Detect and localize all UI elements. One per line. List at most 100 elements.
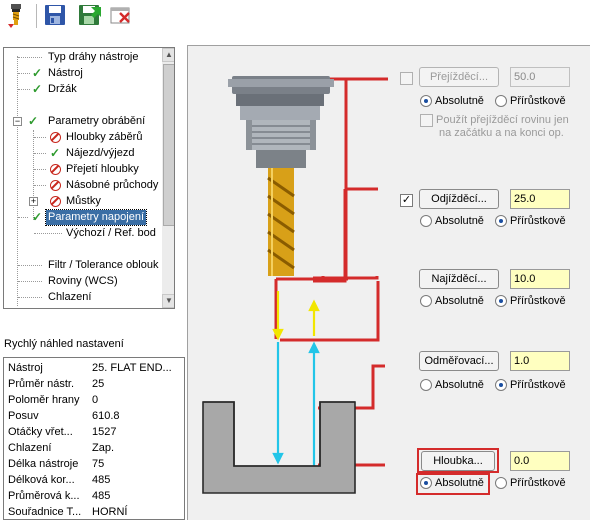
tree-item-planes[interactable]: Roviny (WCS) bbox=[4, 274, 164, 289]
tree-item-tool-type[interactable]: Typ dráhy nástroje bbox=[4, 50, 164, 65]
tree-item-lead-in-out[interactable]: ✓ Nájezd/výjezd bbox=[4, 146, 164, 161]
preview-key: Délková kor... bbox=[8, 474, 75, 486]
cutting-tool bbox=[267, 168, 295, 276]
preview-key: Chlazení bbox=[8, 442, 52, 454]
toolbar bbox=[0, 0, 590, 34]
tree-item-break-through[interactable]: Přejetí hloubky bbox=[4, 162, 164, 177]
tree-item-label: Filtr / Tolerance oblouk bbox=[48, 259, 159, 271]
tree-item-arc-filter[interactable]: Filtr / Tolerance oblouk bbox=[4, 258, 164, 273]
parameter-tree[interactable]: Typ dráhy nástroje ✓ Nástroj ✓ Držák − ✓… bbox=[3, 47, 175, 309]
clearance-only-start-end-checkbox[interactable] bbox=[420, 114, 433, 127]
top-of-stock-button-label: Odměřovací... bbox=[424, 355, 494, 367]
delete-icon[interactable] bbox=[109, 3, 133, 27]
tree-scrollbar[interactable]: ▲ ▼ bbox=[162, 48, 174, 308]
depth-absolute-radio[interactable] bbox=[420, 477, 432, 489]
tree-item-coolant[interactable]: Chlazení bbox=[4, 290, 164, 305]
depth-button[interactable]: Hloubka... bbox=[421, 451, 495, 471]
preview-key: Souřadnice T... bbox=[8, 506, 82, 518]
retract-absolute-radio[interactable] bbox=[420, 215, 432, 227]
preview-key: Délka nástroje bbox=[8, 458, 79, 470]
toolbar-separator bbox=[36, 4, 37, 28]
tree-item-linking-parameters[interactable]: ✓ Parametry napojení bbox=[4, 209, 164, 226]
preview-key: Průměrová k... bbox=[8, 490, 80, 502]
tree-item-tool[interactable]: ✓ Nástroj bbox=[4, 66, 164, 81]
clearance-absolute-label: Absolutně bbox=[435, 95, 484, 107]
depth-incremental-radio[interactable] bbox=[495, 477, 507, 489]
tree-item-label: Můstky bbox=[66, 195, 101, 207]
check-icon: ✓ bbox=[32, 82, 43, 96]
preview-title: Rychlý náhled nastavení bbox=[4, 338, 124, 350]
tree-item-label: Parametry obrábění bbox=[48, 115, 146, 127]
top-of-stock-incremental-radio[interactable] bbox=[495, 379, 507, 391]
tree-item-holder[interactable]: ✓ Držák bbox=[4, 82, 164, 97]
disabled-icon bbox=[50, 164, 61, 175]
retract-checkbox[interactable]: ✓ bbox=[400, 194, 413, 207]
clearance-absolute-radio[interactable] bbox=[420, 95, 432, 107]
check-icon: ✓ bbox=[50, 146, 61, 160]
tree-item-home-ref-point[interactable]: Výchozí / Ref. bod bbox=[4, 226, 164, 241]
depth-absolute-label: Absolutně bbox=[435, 477, 484, 489]
tree-item-label: Chlazení bbox=[48, 291, 92, 303]
preview-value: 25. FLAT END... bbox=[92, 362, 172, 374]
save-icon[interactable] bbox=[43, 3, 67, 27]
scroll-up-icon[interactable]: ▲ bbox=[162, 48, 174, 62]
feed-plane-absolute-label: Absolutně bbox=[435, 295, 484, 307]
tree-item-label: Hloubky záběrů bbox=[66, 131, 143, 143]
feed-plane-incremental-label: Přírůstkově bbox=[510, 295, 566, 307]
clearance-incremental-radio[interactable] bbox=[495, 95, 507, 107]
feed-plane-incremental-radio[interactable] bbox=[495, 295, 507, 307]
top-of-stock-absolute-label: Absolutně bbox=[435, 379, 484, 391]
tree-item-label: Typ dráhy nástroje bbox=[48, 51, 139, 63]
disabled-icon bbox=[50, 132, 61, 143]
depth-button-label: Hloubka... bbox=[433, 455, 483, 467]
expand-icon[interactable]: + bbox=[29, 197, 38, 206]
top-of-stock-incremental-label: Přírůstkově bbox=[510, 379, 566, 391]
retract-absolute-label: Absolutně bbox=[435, 215, 484, 227]
linking-parameters-panel: Přejížděcí... 50.0 Absolutně Přírůstkově… bbox=[187, 45, 590, 520]
tree-item-depth-cuts[interactable]: Hloubky záběrů bbox=[4, 130, 164, 145]
clearance-incremental-label: Přírůstkově bbox=[510, 95, 566, 107]
plunge-moves bbox=[272, 341, 320, 466]
retract-incremental-radio[interactable] bbox=[495, 215, 507, 227]
top-of-stock-button[interactable]: Odměřovací... bbox=[419, 351, 499, 371]
feed-plane-value[interactable]: 10.0 bbox=[510, 269, 570, 289]
scroll-thumb[interactable] bbox=[163, 64, 174, 226]
clearance-value[interactable]: 50.0 bbox=[510, 67, 570, 87]
scroll-down-icon[interactable]: ▼ bbox=[162, 294, 174, 308]
feed-plane-absolute-radio[interactable] bbox=[420, 295, 432, 307]
top-of-stock-absolute-radio[interactable] bbox=[420, 379, 432, 391]
tree-item-cut-parameters[interactable]: − ✓ Parametry obrábění bbox=[4, 114, 164, 129]
tree-item-label: Držák bbox=[48, 83, 77, 95]
retract-button-label: Odjížděcí... bbox=[431, 193, 487, 205]
clearance-note-line2: na začátku a na konci op. bbox=[439, 127, 564, 139]
save-as-icon[interactable] bbox=[77, 3, 101, 27]
tree-item-label: Přejetí hloubky bbox=[66, 163, 139, 175]
feed-plane-button-label: Najížděcí... bbox=[431, 273, 487, 285]
tool-icon[interactable] bbox=[4, 3, 28, 28]
preview-key: Posuv bbox=[8, 410, 39, 422]
retract-value[interactable]: 25.0 bbox=[510, 189, 570, 209]
depth-value[interactable]: 0.0 bbox=[510, 451, 570, 471]
tree-item-label: Výchozí / Ref. bod bbox=[66, 227, 156, 239]
feed-moves bbox=[272, 291, 320, 341]
tree-item-label: Násobné průchody bbox=[66, 179, 159, 191]
clearance-checkbox[interactable] bbox=[400, 72, 413, 85]
check-icon: ✓ bbox=[32, 210, 43, 224]
preview-key: Poloměr hrany bbox=[8, 394, 80, 406]
top-of-stock-value[interactable]: 1.0 bbox=[510, 351, 570, 371]
clearance-note-line1: Použít přejížděcí rovinu jen bbox=[436, 114, 569, 126]
preview-value: 485 bbox=[92, 490, 111, 502]
tree-item-multi-passes[interactable]: Násobné průchody bbox=[4, 178, 164, 193]
tree-item-label: Parametry napojení bbox=[45, 209, 147, 226]
tree-item-tabs[interactable]: + Můstky bbox=[4, 194, 164, 209]
preview-key: Průměr nástr. bbox=[8, 378, 75, 390]
collapse-icon[interactable]: − bbox=[13, 117, 22, 126]
preview-value: 25 bbox=[92, 378, 105, 390]
preview-value: Zap. bbox=[92, 442, 115, 454]
tool-holder bbox=[228, 76, 334, 168]
clearance-button[interactable]: Přejížděcí... bbox=[419, 67, 499, 87]
preview-value: 1527 bbox=[92, 426, 117, 438]
feed-plane-button[interactable]: Najížděcí... bbox=[419, 269, 499, 289]
disabled-icon bbox=[50, 180, 61, 191]
retract-button[interactable]: Odjížděcí... bbox=[419, 189, 499, 209]
